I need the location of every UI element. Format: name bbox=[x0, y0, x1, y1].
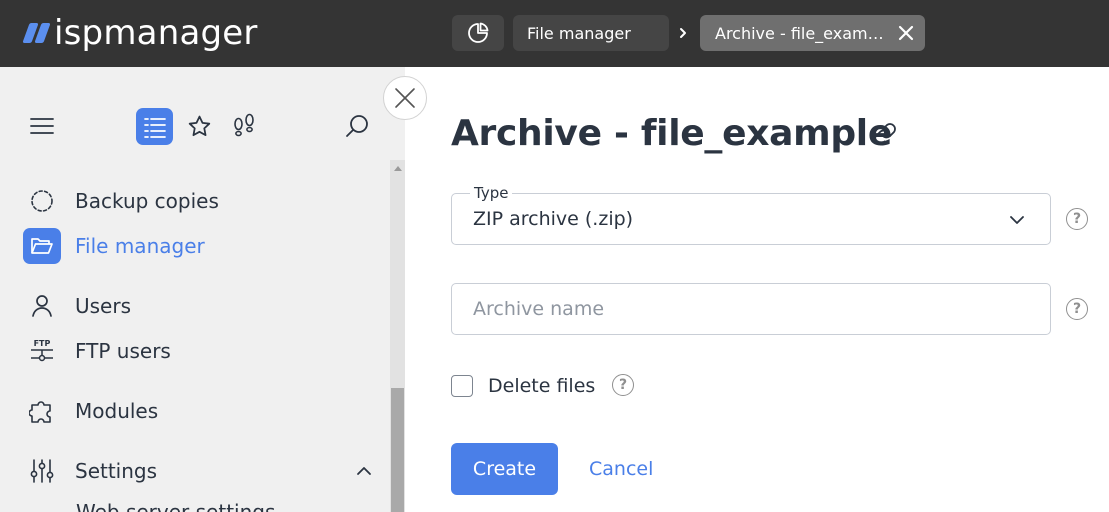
help-icon[interactable]: ? bbox=[612, 374, 634, 396]
help-icon[interactable]: ? bbox=[1066, 298, 1088, 320]
archive-name-field[interactable] bbox=[451, 283, 1051, 335]
chevron-right-icon bbox=[680, 28, 686, 38]
type-select[interactable]: Type ZIP archive (.zip) bbox=[451, 183, 1051, 245]
dashboard-button[interactable] bbox=[452, 15, 504, 51]
sidebar-item-users[interactable]: Users bbox=[22, 286, 382, 326]
folder-open-icon bbox=[23, 228, 61, 264]
list-view-icon bbox=[143, 117, 166, 138]
sidebar-item-partial[interactable]: Web server settings bbox=[76, 500, 275, 512]
sidebar-item-label: File manager bbox=[75, 234, 205, 258]
footsteps-icon[interactable] bbox=[231, 113, 257, 139]
scroll-up-arrow-icon[interactable] bbox=[394, 166, 402, 171]
scrollbar-thumb[interactable] bbox=[391, 388, 404, 512]
close-form-button[interactable] bbox=[383, 76, 427, 120]
sidebar-item-label: Settings bbox=[75, 459, 158, 483]
breadcrumb-archive-tab[interactable]: Archive - file_examp... bbox=[700, 15, 925, 51]
type-selected-value: ZIP archive (.zip) bbox=[473, 208, 634, 230]
sidebar-item-file-manager[interactable]: File manager bbox=[22, 226, 382, 266]
hamburger-icon[interactable] bbox=[30, 114, 54, 138]
sidebar-item-label: Backup copies bbox=[75, 189, 219, 213]
chevron-down-icon bbox=[1010, 216, 1024, 224]
sidebar-item-label: Users bbox=[75, 294, 132, 318]
sidebar-item-backup-copies[interactable]: Backup copies bbox=[22, 181, 382, 221]
chevron-up-icon[interactable] bbox=[356, 463, 372, 479]
sidebar-item-label: FTP users bbox=[75, 339, 171, 363]
top-bar: ispmanager File manager Archive - file_e… bbox=[0, 0, 1109, 67]
sidebar-item-label: Modules bbox=[75, 399, 159, 423]
help-icon[interactable]: ? bbox=[1066, 208, 1088, 230]
sidebar-item-ftp-users[interactable]: FTP FTP users bbox=[22, 331, 382, 371]
backup-icon bbox=[22, 183, 62, 219]
delete-files-label[interactable]: Delete files bbox=[488, 373, 595, 399]
sidebar-item-modules[interactable]: Modules bbox=[22, 391, 382, 431]
page-title: Archive - file_example bbox=[451, 113, 892, 154]
close-icon bbox=[395, 88, 415, 108]
dashboard-chart-icon bbox=[468, 22, 489, 43]
cancel-button[interactable]: Cancel bbox=[589, 455, 653, 483]
list-view-button[interactable] bbox=[136, 108, 173, 145]
close-icon[interactable] bbox=[897, 24, 915, 42]
puzzle-icon bbox=[22, 393, 62, 429]
sliders-icon bbox=[22, 453, 62, 489]
link-icon[interactable] bbox=[872, 121, 898, 147]
search-icon[interactable] bbox=[344, 113, 370, 139]
star-icon[interactable] bbox=[187, 114, 212, 139]
app-logo[interactable]: ispmanager bbox=[22, 12, 258, 54]
breadcrumb-file-manager[interactable]: File manager bbox=[513, 15, 669, 51]
svg-text:FTP: FTP bbox=[34, 339, 51, 348]
user-icon bbox=[22, 288, 62, 324]
ftp-icon: FTP bbox=[22, 333, 62, 369]
sidebar-item-settings[interactable]: Settings bbox=[22, 451, 382, 491]
breadcrumb-label: Archive - file_examp... bbox=[715, 23, 887, 43]
logo-text: ispmanager bbox=[54, 13, 258, 53]
archive-name-input[interactable] bbox=[452, 284, 1050, 334]
create-button[interactable]: Create bbox=[451, 443, 558, 495]
delete-files-checkbox[interactable] bbox=[451, 375, 473, 397]
breadcrumb-label: File manager bbox=[527, 23, 631, 43]
type-field-label: Type bbox=[470, 183, 513, 203]
logo-mark-icon bbox=[22, 23, 51, 43]
